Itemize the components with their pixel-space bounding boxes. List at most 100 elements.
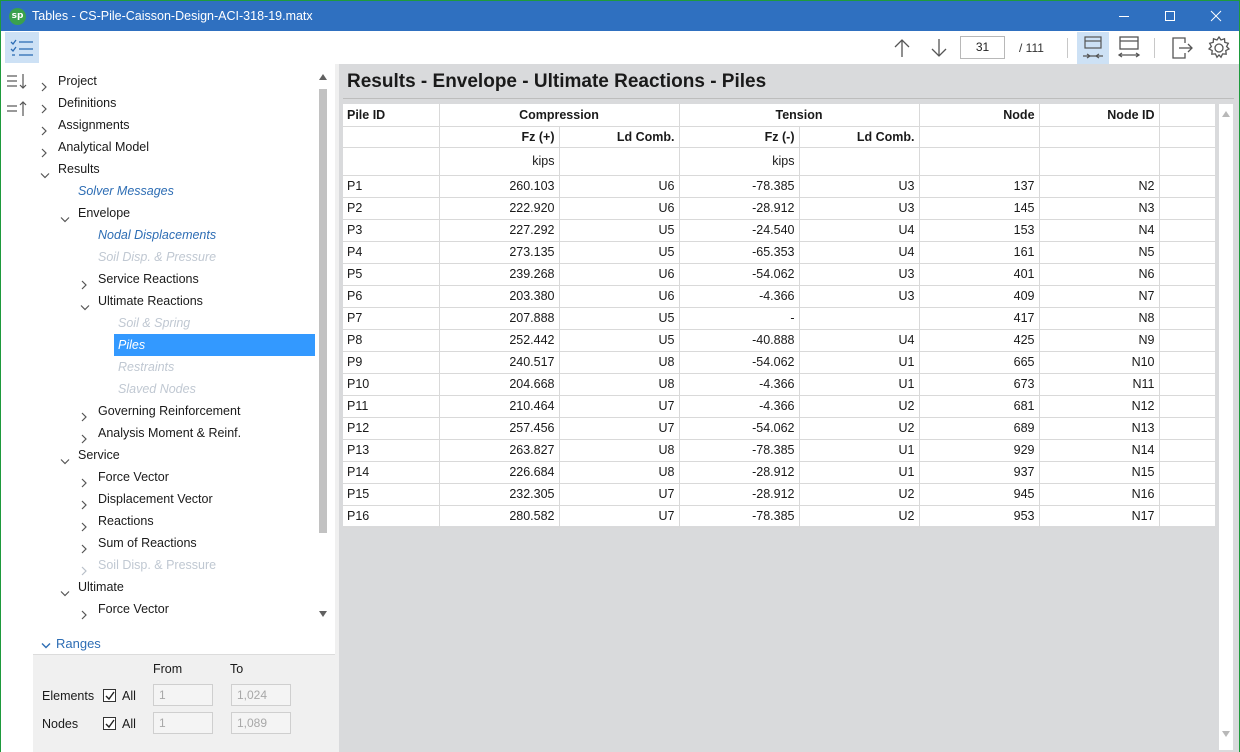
ranges-header[interactable]: Ranges <box>33 631 335 655</box>
table-row[interactable]: P6 203.380 U6 -4.366 U3 409 N7 <box>343 285 1216 308</box>
header-fz-minus[interactable]: Fz (-) <box>679 126 800 148</box>
tree-item[interactable]: Piles <box>33 334 333 356</box>
page-number-input[interactable]: 31 <box>960 36 1005 59</box>
tree-item[interactable]: Displacement Vector <box>33 488 333 510</box>
collapse-all-button[interactable] <box>6 100 28 118</box>
next-page-button[interactable] <box>928 35 950 61</box>
table-row[interactable]: P5 239.268 U6 -54.062 U3 401 N6 <box>343 263 1216 286</box>
chevron-right-icon[interactable] <box>80 275 88 290</box>
chevron-right-icon[interactable] <box>80 539 88 554</box>
tree-item[interactable]: Service Reactions <box>33 268 333 290</box>
chevron-down-icon[interactable] <box>60 209 70 223</box>
tree-item[interactable]: Ultimate Reactions <box>33 290 333 312</box>
chevron-right-icon[interactable] <box>80 495 88 510</box>
tree-item[interactable]: Soil Disp. & Pressure <box>33 246 333 268</box>
checkmark-icon <box>105 691 115 701</box>
chevron-right-icon[interactable] <box>80 429 88 444</box>
header-node-id[interactable]: Node ID <box>1039 104 1160 127</box>
close-button[interactable] <box>1193 1 1239 31</box>
table-row[interactable]: P14 226.684 U8 -28.912 U1 937 N15 <box>343 461 1216 484</box>
table-row[interactable]: P12 257.456 U7 -54.062 U2 689 N13 <box>343 417 1216 440</box>
table-scrollbar[interactable] <box>1219 104 1233 750</box>
tree-scroll-thumb[interactable] <box>319 89 327 533</box>
tree-item[interactable]: Analysis Moment & Reinf. <box>33 422 333 444</box>
header-ld-comb-compression[interactable]: Ld Comb. <box>559 126 680 148</box>
maximize-button[interactable] <box>1147 1 1193 31</box>
tree-item[interactable]: Sum of Reactions <box>33 532 333 554</box>
chevron-right-icon[interactable] <box>40 143 48 158</box>
header-tension[interactable]: Tension <box>679 104 920 127</box>
cell-pile-id: P4 <box>343 241 440 264</box>
minimize-button[interactable] <box>1101 1 1147 31</box>
nodes-to-input[interactable]: 1,089 <box>231 712 291 734</box>
table-row[interactable]: P11 210.464 U7 -4.366 U2 681 N12 <box>343 395 1216 418</box>
scroll-down-icon[interactable] <box>1221 730 1231 738</box>
table-row[interactable]: P9 240.517 U8 -54.062 U1 665 N10 <box>343 351 1216 374</box>
tree-item-label: Force Vector <box>98 602 169 616</box>
tree-item[interactable]: Project <box>33 70 333 92</box>
elements-from-input[interactable]: 1 <box>153 684 213 706</box>
chevron-right-icon[interactable] <box>80 473 88 488</box>
settings-button[interactable] <box>1206 35 1232 61</box>
tree-item[interactable]: Solver Messages <box>33 180 333 202</box>
table-row[interactable]: P1 260.103 U6 -78.385 U3 137 N2 <box>343 175 1216 198</box>
table-row[interactable]: P10 204.668 U8 -4.366 U1 673 N11 <box>343 373 1216 396</box>
nodes-all-checkbox[interactable] <box>103 717 116 730</box>
nodes-from-input[interactable]: 1 <box>153 712 213 734</box>
table-row[interactable]: P8 252.442 U5 -40.888 U4 425 N9 <box>343 329 1216 352</box>
tree-item[interactable]: Analytical Model <box>33 136 333 158</box>
tree-item[interactable]: Slaved Nodes <box>33 378 333 400</box>
tree-item[interactable]: Results <box>33 158 333 180</box>
fit-width-button[interactable] <box>1116 35 1142 61</box>
chevron-down-icon[interactable] <box>60 583 70 597</box>
previous-page-button[interactable] <box>891 35 913 61</box>
chevron-right-icon[interactable] <box>80 561 88 576</box>
chevron-right-icon[interactable] <box>80 407 88 422</box>
tree-toggle-button[interactable] <box>5 32 39 63</box>
tree-item[interactable]: Definitions <box>33 92 333 114</box>
cell-fz-minus: -28.912 <box>679 461 800 484</box>
scroll-down-icon[interactable] <box>318 610 328 618</box>
table-row[interactable]: P7 207.888 U5- 417 N8 <box>343 307 1216 330</box>
tree-scrollbar[interactable] <box>316 71 330 621</box>
table-row[interactable]: P13 263.827 U8 -78.385 U1 929 N14 <box>343 439 1216 462</box>
header-node[interactable]: Node <box>919 104 1040 127</box>
chevron-right-icon[interactable] <box>80 517 88 532</box>
window-controls <box>1101 1 1239 31</box>
chevron-right-icon[interactable] <box>40 99 48 114</box>
header-pile-id[interactable]: Pile ID <box>343 104 440 127</box>
tree-item[interactable]: Nodal Displacements <box>33 224 333 246</box>
table-row[interactable]: P16 280.582 U7 -78.385 U2 953 N17 <box>343 505 1216 528</box>
tree-item[interactable]: Governing Reinforcement <box>33 400 333 422</box>
tree-item[interactable]: Ultimate <box>33 576 333 598</box>
table-row[interactable]: P2 222.920 U6 -28.912 U3 145 N3 <box>343 197 1216 220</box>
chevron-down-icon[interactable] <box>40 165 50 179</box>
expand-all-button[interactable] <box>6 72 28 90</box>
elements-to-input[interactable]: 1,024 <box>231 684 291 706</box>
tree-item[interactable]: Force Vector <box>33 466 333 488</box>
chevron-right-icon[interactable] <box>40 77 48 92</box>
tree-item[interactable]: Assignments <box>33 114 333 136</box>
tree-item[interactable]: Soil & Spring <box>33 312 333 334</box>
export-button[interactable] <box>1169 35 1195 61</box>
chevron-down-icon[interactable] <box>80 297 90 311</box>
tree-item[interactable]: Soil Disp. & Pressure <box>33 554 333 576</box>
chevron-right-icon[interactable] <box>80 605 88 620</box>
scroll-up-icon[interactable] <box>1221 110 1231 118</box>
tree-item[interactable]: Force Vector <box>33 598 333 620</box>
tree-item[interactable]: Restraints <box>33 356 333 378</box>
fit-height-button[interactable] <box>1077 32 1109 64</box>
header-compression[interactable]: Compression <box>439 104 680 127</box>
scroll-up-icon[interactable] <box>318 73 328 81</box>
elements-all-checkbox[interactable] <box>103 689 116 702</box>
table-row[interactable]: P15 232.305 U7 -28.912 U2 945 N16 <box>343 483 1216 506</box>
header-fz-plus[interactable]: Fz (+) <box>439 126 560 148</box>
header-ld-comb-tension[interactable]: Ld Comb. <box>799 126 920 148</box>
chevron-right-icon[interactable] <box>40 121 48 136</box>
tree-item[interactable]: Service <box>33 444 333 466</box>
table-row[interactable]: P3 227.292 U5 -24.540 U4 153 N4 <box>343 219 1216 242</box>
chevron-down-icon[interactable] <box>60 451 70 465</box>
table-row[interactable]: P4 273.135 U5 -65.353 U4 161 N5 <box>343 241 1216 264</box>
tree-item[interactable]: Envelope <box>33 202 333 224</box>
tree-item[interactable]: Reactions <box>33 510 333 532</box>
